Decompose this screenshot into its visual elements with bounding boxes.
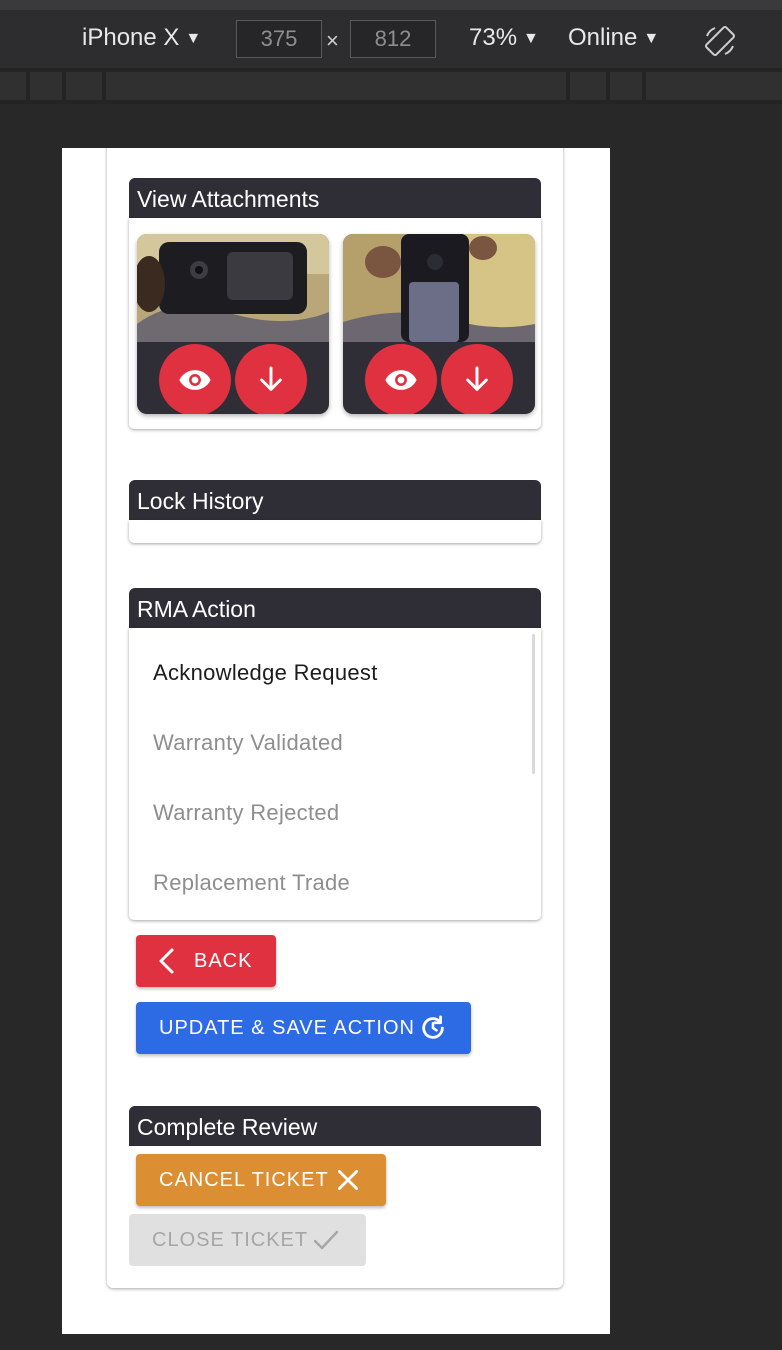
media-query-ruler	[0, 68, 782, 104]
lock-history-section: Lock History	[129, 480, 541, 544]
cancel-ticket-button[interactable]: CANCEL TICKET	[136, 1154, 386, 1206]
network-value: Online	[568, 24, 638, 51]
zoom-select[interactable]: 73% ▼	[469, 24, 539, 52]
height-input[interactable]: 812	[350, 20, 436, 58]
attachment-card	[343, 234, 535, 414]
view-attachment-button[interactable]	[365, 344, 437, 414]
zoom-value: 73%	[469, 24, 518, 51]
chevron-down-icon: ▼	[523, 30, 539, 47]
download-attachment-button[interactable]	[235, 344, 307, 414]
chevron-down-icon: ▼	[185, 30, 202, 47]
attachment-thumbnail[interactable]	[343, 234, 535, 342]
device-name: iPhone X	[82, 24, 180, 51]
complete-review-title: Complete Review	[129, 1106, 541, 1146]
chevron-left-icon	[159, 948, 174, 974]
cancel-ticket-label: CANCEL TICKET	[159, 1168, 329, 1191]
rma-action-section: RMA Action Acknowledge Request Warranty …	[129, 588, 541, 920]
chevron-down-icon: ▼	[643, 30, 660, 47]
close-icon	[337, 1169, 358, 1191]
list-item[interactable]: Warranty Rejected	[153, 800, 339, 826]
rotate-icon[interactable]	[703, 24, 737, 58]
check-icon	[313, 1230, 339, 1250]
lock-history-title: Lock History	[129, 480, 541, 520]
width-input[interactable]: 375	[236, 20, 322, 58]
complete-review-section: Complete Review	[129, 1106, 541, 1148]
attachments-title: View Attachments	[129, 178, 541, 218]
back-button-label: BACK	[194, 949, 253, 972]
arrow-down-icon	[466, 366, 488, 391]
list-item[interactable]: Acknowledge Request	[153, 660, 378, 686]
lock-history-body	[129, 520, 541, 543]
download-attachment-button[interactable]	[441, 344, 513, 414]
list-scrollbar[interactable]	[532, 634, 535, 774]
network-select[interactable]: Online ▼	[568, 24, 659, 52]
device-toolbar: iPhone X ▼ 375 × 812 73% ▼ Online ▼	[0, 0, 782, 68]
dimension-separator: ×	[326, 28, 339, 53]
device-viewport: View Attachments Lock History RMA Action…	[62, 148, 610, 1334]
device-select[interactable]: iPhone X ▼	[82, 24, 201, 52]
view-attachment-button[interactable]	[159, 344, 231, 414]
update-save-action-label: UPDATE & SAVE ACTION	[159, 1016, 415, 1039]
attachments-section: View Attachments	[129, 178, 541, 430]
attachment-card	[137, 234, 329, 414]
arrow-down-icon	[260, 366, 282, 391]
refresh-clock-icon	[422, 1015, 444, 1039]
eye-icon	[385, 370, 417, 390]
list-item[interactable]: Replacement Trade	[153, 870, 350, 896]
rma-action-list[interactable]: Acknowledge Request Warranty Validated W…	[129, 628, 541, 920]
list-item[interactable]: Warranty Validated	[153, 730, 343, 756]
back-button[interactable]: BACK	[136, 935, 276, 987]
close-ticket-button[interactable]: CLOSE TICKET	[129, 1214, 366, 1266]
rma-action-title: RMA Action	[129, 588, 541, 628]
attachment-thumbnail[interactable]	[137, 234, 329, 342]
update-save-action-button[interactable]: UPDATE & SAVE ACTION	[136, 1002, 471, 1054]
close-ticket-label: CLOSE TICKET	[152, 1228, 309, 1251]
eye-icon	[179, 370, 211, 390]
